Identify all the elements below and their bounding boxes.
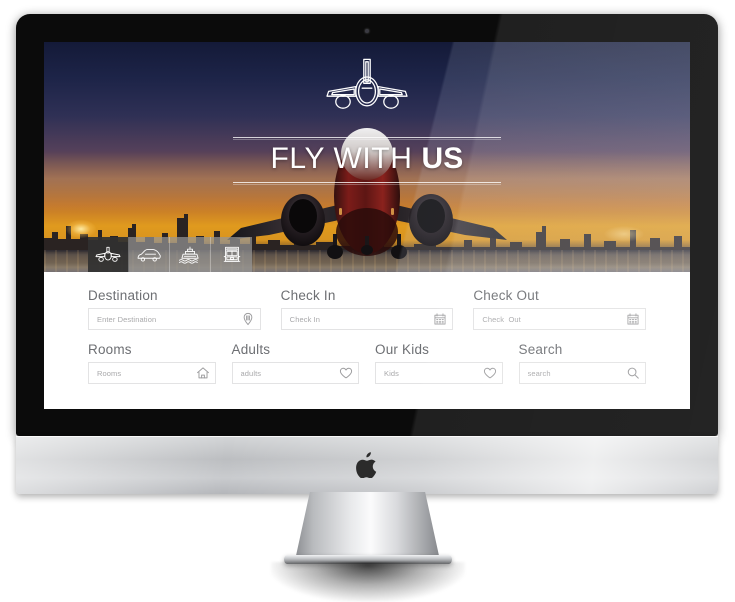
field-destination: Destination bbox=[88, 288, 261, 330]
calendar-icon[interactable] bbox=[433, 312, 447, 326]
tab-flights[interactable] bbox=[88, 237, 129, 272]
tab-trains[interactable] bbox=[211, 237, 252, 272]
label-destination: Destination bbox=[88, 288, 158, 303]
airplane-front-logo-icon bbox=[319, 56, 415, 114]
field-checkin: Check In bbox=[280, 288, 454, 330]
imac-monitor: FLY WITH US Destination Enter Destinatio… bbox=[16, 14, 718, 436]
input-wrap-checkout[interactable] bbox=[473, 308, 647, 330]
title-bold-part: US bbox=[421, 142, 464, 175]
input-wrap-kids[interactable] bbox=[375, 362, 503, 384]
screenshot-stage: FLY WITH US Destination Enter Destinatio… bbox=[0, 0, 735, 602]
apple-logo-icon bbox=[356, 452, 378, 478]
label-checkin: Check In bbox=[280, 288, 336, 303]
field-adults: Adults bbox=[231, 342, 359, 384]
checkin-input[interactable] bbox=[281, 309, 453, 329]
hero-brand-block: FLY WITH US bbox=[44, 56, 690, 194]
input-wrap-search[interactable] bbox=[518, 362, 646, 384]
label-checkout: Check Out bbox=[473, 288, 539, 303]
input-wrap-adults[interactable] bbox=[231, 362, 359, 384]
input-wrap-checkin[interactable] bbox=[280, 308, 454, 330]
hero-banner: FLY WITH US bbox=[44, 42, 690, 272]
booking-form: Destination Enter Destination Check In C… bbox=[44, 272, 690, 409]
label-kids: Our Kids bbox=[375, 342, 430, 357]
label-rooms: Rooms bbox=[88, 342, 132, 357]
heart-icon[interactable] bbox=[339, 366, 353, 380]
monitor-stand-shadow bbox=[270, 562, 465, 602]
search-icon[interactable] bbox=[626, 366, 640, 380]
page-title: FLY WITH US bbox=[233, 138, 501, 182]
train-icon bbox=[219, 245, 245, 265]
ship-icon bbox=[177, 245, 203, 265]
checkout-input[interactable] bbox=[474, 309, 646, 329]
label-search: Search bbox=[518, 342, 563, 357]
field-rooms: Rooms bbox=[88, 342, 216, 384]
title-rule-bottom bbox=[233, 181, 501, 183]
field-kids: Our Kids bbox=[375, 342, 503, 384]
monitor-stand-neck bbox=[295, 492, 440, 558]
monitor-chin bbox=[16, 436, 718, 494]
calendar-icon[interactable] bbox=[626, 312, 640, 326]
screen-viewport: FLY WITH US Destination Enter Destinatio… bbox=[44, 42, 690, 409]
form-row-2: Rooms Rooms Adults adults Our Kids Kids … bbox=[88, 342, 646, 384]
input-wrap-destination[interactable] bbox=[88, 308, 261, 330]
map-pin-icon[interactable] bbox=[241, 312, 255, 326]
destination-input[interactable] bbox=[89, 309, 260, 329]
field-checkout: Check Out bbox=[473, 288, 647, 330]
webcam-dot-icon bbox=[365, 29, 369, 33]
title-light-part: FLY WITH bbox=[270, 142, 422, 175]
transport-mode-tabs bbox=[88, 237, 252, 272]
field-search: Search bbox=[518, 342, 646, 384]
input-wrap-rooms[interactable] bbox=[88, 362, 216, 384]
heart-icon[interactable] bbox=[483, 366, 497, 380]
home-icon[interactable] bbox=[196, 366, 210, 380]
hero-title-block: FLY WITH US bbox=[233, 128, 501, 194]
tab-cars[interactable] bbox=[129, 237, 170, 272]
tab-cruises[interactable] bbox=[170, 237, 211, 272]
car-icon bbox=[136, 245, 162, 265]
label-adults: Adults bbox=[231, 342, 271, 357]
form-row-1: Destination Enter Destination Check In C… bbox=[88, 288, 647, 330]
airplane-icon bbox=[95, 245, 121, 265]
